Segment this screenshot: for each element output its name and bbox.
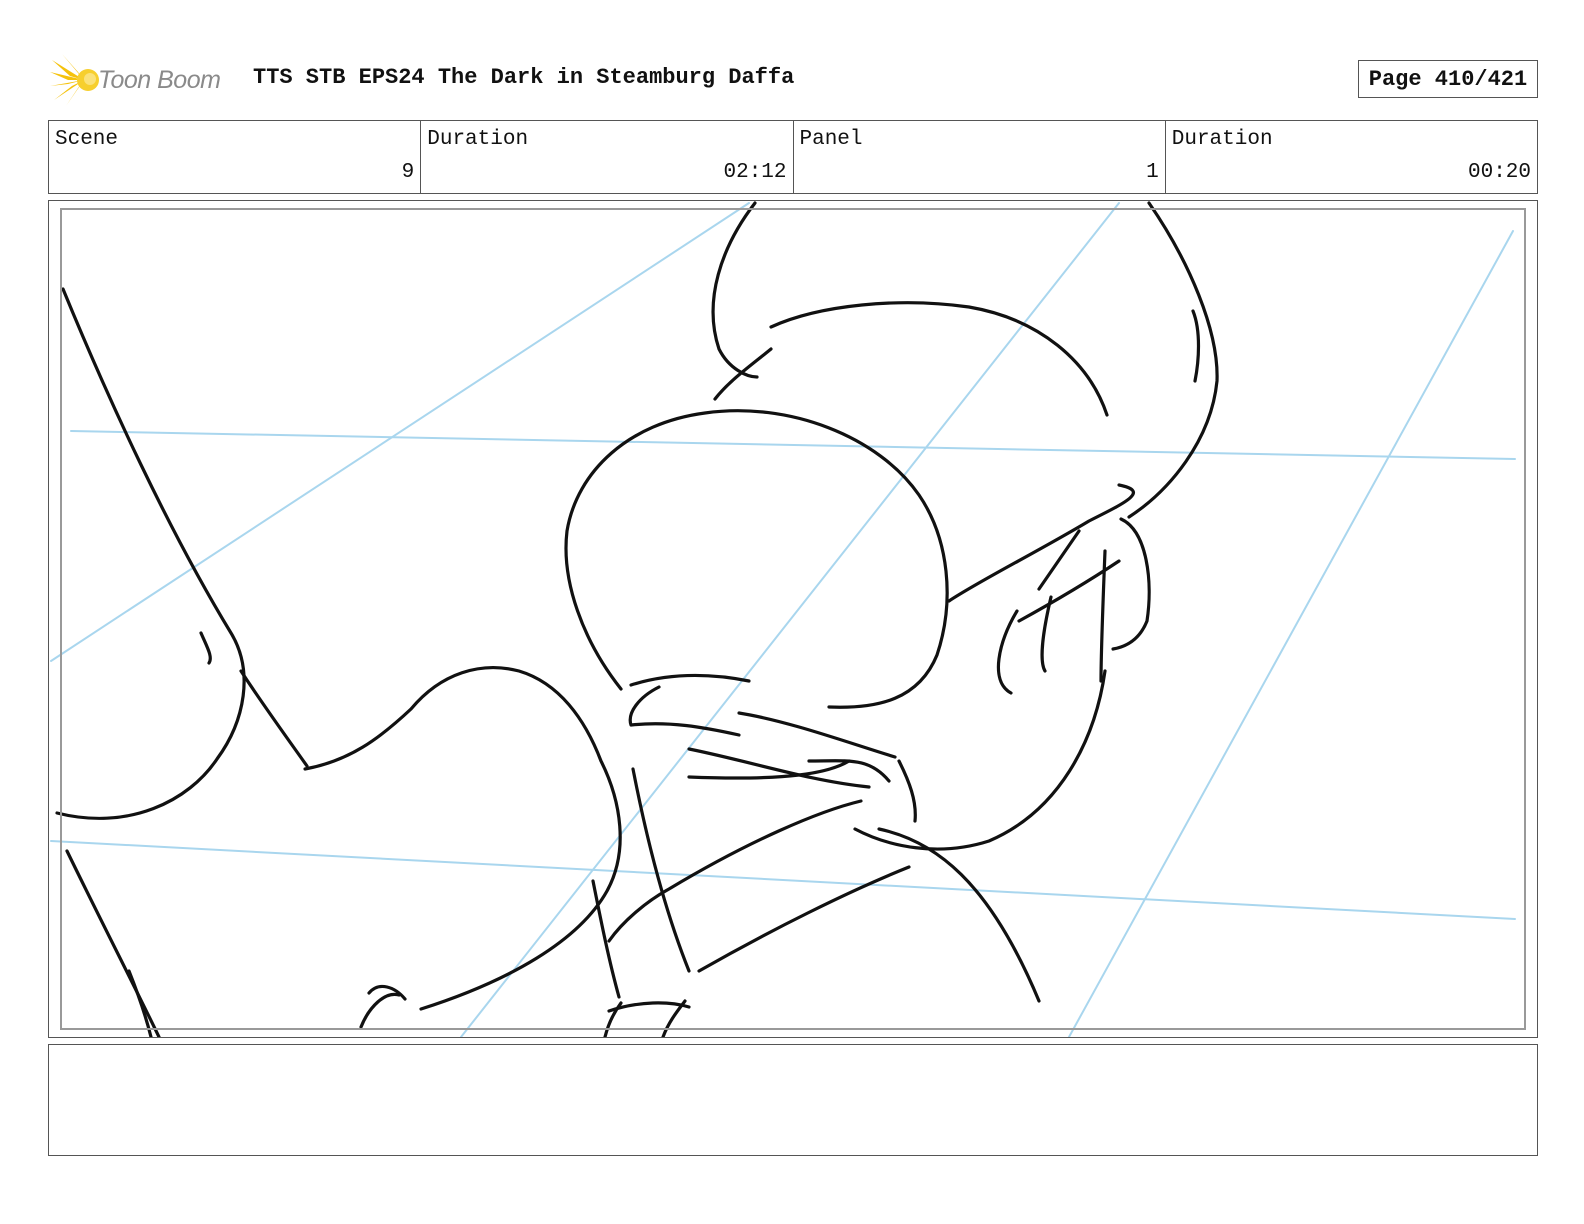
page-number: Page 410/421 bbox=[1358, 60, 1538, 98]
scene-info-table: Scene 9 Duration 02:12 Panel 1 Duration … bbox=[48, 120, 1538, 194]
logo-text: Toon Boom bbox=[98, 65, 221, 94]
scene-value: 9 bbox=[401, 161, 415, 184]
panel-label: Panel bbox=[799, 128, 863, 151]
panel-duration-value: 00:20 bbox=[1467, 161, 1531, 184]
scene-label: Scene bbox=[55, 128, 119, 151]
panel-sketch bbox=[50, 201, 1516, 1037]
scene-duration-cell: Duration 02:12 bbox=[421, 121, 794, 193]
scene-duration-value: 02:12 bbox=[723, 161, 787, 184]
scene-duration-label: Duration bbox=[427, 128, 529, 151]
panel-duration-label: Duration bbox=[1171, 128, 1273, 151]
perspective-guides bbox=[50, 202, 1516, 1037]
scene-cell: Scene 9 bbox=[49, 121, 422, 193]
character-linework bbox=[55, 201, 1219, 1037]
document-title: TTS STB EPS24 The Dark in Steamburg Daff… bbox=[253, 65, 795, 90]
panel-notes-box[interactable] bbox=[48, 1044, 1538, 1156]
panel-cell: Panel 1 bbox=[794, 121, 1166, 193]
panel-value: 1 bbox=[1146, 161, 1159, 184]
toon-boom-logo: Toon Boom bbox=[48, 52, 243, 108]
panel-duration-cell: Duration 00:20 bbox=[1166, 121, 1537, 193]
storyboard-panel bbox=[48, 200, 1538, 1038]
starburst-icon bbox=[50, 54, 99, 106]
page-header: Toon Boom TTS STB EPS24 The Dark in Stea… bbox=[48, 52, 1538, 108]
